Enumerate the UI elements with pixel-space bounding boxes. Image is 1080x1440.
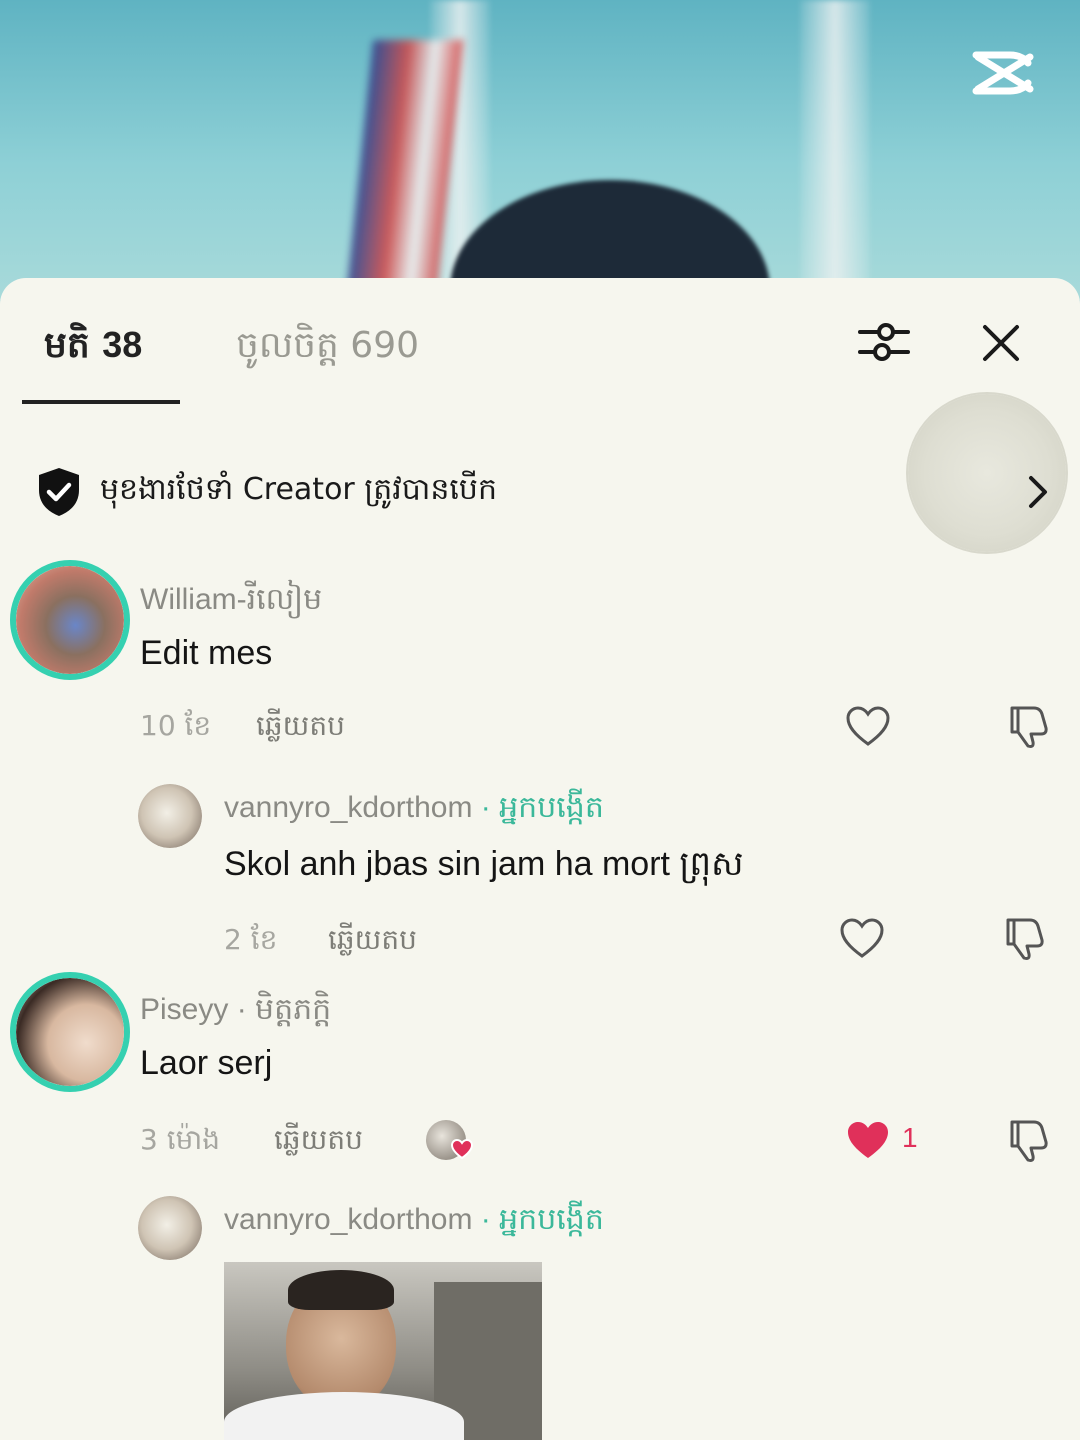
comment-text: Edit mes	[140, 634, 273, 672]
active-tab-indicator	[22, 400, 180, 404]
reply-photo[interactable]	[224, 1262, 542, 1440]
creator-label: · អ្នកបង្កើត	[472, 791, 604, 824]
background-pole	[800, 0, 870, 300]
username-text: vannyro_kdorthom	[224, 1203, 473, 1236]
tab-comments-label: មតិ	[44, 325, 90, 366]
photo-person-hair	[288, 1270, 394, 1310]
heart-icon[interactable]	[838, 916, 886, 960]
comment-item: William-រីលៀម Edit mes 10 ខែ ឆ្លើយតប	[0, 560, 1080, 760]
username-text: William-រីលៀម	[140, 583, 323, 616]
reply-item: vannyro_kdorthom · អ្នកបង្កើត Skol anh j…	[0, 778, 1080, 978]
comment-username[interactable]: vannyro_kdorthom · អ្នកបង្កើត	[224, 1200, 604, 1244]
creator-care-notice[interactable]: មុខងារថែទាំ Creator ត្រូវបានបើក	[36, 464, 836, 524]
creator-notice-text: មុខងារថែទាំ Creator ត្រូវបានបើក	[100, 472, 498, 507]
tab-bar: មតិ 38 ចូលចិត្ត 690	[0, 278, 1080, 408]
heart-icon	[450, 1138, 474, 1160]
tab-comments[interactable]: មតិ 38	[44, 322, 142, 375]
comment-text: Skol anh jbas sin jam ha mort ព្រុស	[224, 845, 744, 883]
tab-likes-label: ចូលចិត្ត	[236, 325, 339, 366]
heart-icon[interactable]	[844, 704, 892, 748]
capcut-logo-icon	[972, 51, 1034, 95]
username-text: vannyro_kdorthom	[224, 791, 473, 824]
close-icon[interactable]	[976, 318, 1026, 368]
reply-button[interactable]: ឆ្លើយតប	[274, 1122, 363, 1163]
filter-icon[interactable]	[856, 318, 912, 368]
dislike-icon[interactable]	[1004, 702, 1052, 750]
comment-time: 3 ម៉ោង	[140, 1123, 221, 1156]
username-text: Piseyy	[140, 993, 229, 1026]
comment-username[interactable]: William-រីលៀម	[140, 580, 322, 624]
comment-text: Laor serj	[140, 1044, 273, 1082]
reply-button[interactable]: ឆ្លើយតប	[256, 708, 345, 749]
dislike-icon[interactable]	[1000, 914, 1048, 962]
comment-username[interactable]: Piseyy · មិត្តភក្តិ	[140, 990, 331, 1034]
tab-likes[interactable]: ចូលចិត្ត 690	[236, 322, 419, 375]
avatar[interactable]	[138, 1196, 202, 1260]
photo-person-shirt	[224, 1392, 464, 1440]
comment-item: Piseyy · មិត្តភក្តិ Laor serj 3 ម៉ោង ឆ្ល…	[0, 972, 1080, 1172]
reply-button[interactable]: ឆ្លើយតប	[328, 922, 417, 963]
comment-username[interactable]: vannyro_kdorthom · អ្នកបង្កើត	[224, 788, 604, 832]
comment-time: 10 ខែ	[140, 709, 212, 742]
avatar[interactable]	[10, 560, 130, 680]
shield-check-icon	[39, 468, 79, 516]
chevron-right-icon[interactable]	[1024, 472, 1052, 512]
reply-item: vannyro_kdorthom · អ្នកបង្កើត	[0, 1190, 1080, 1270]
like-count: 1	[902, 1122, 918, 1153]
avatar[interactable]	[138, 784, 202, 848]
tab-comments-count: 38	[102, 324, 143, 365]
video-background	[0, 0, 1080, 300]
avatar[interactable]	[10, 972, 130, 1092]
friend-label: · មិត្តភក្តិ	[228, 993, 332, 1026]
comment-time: 2 ខែ	[224, 923, 278, 956]
tab-likes-count: 690	[350, 325, 420, 366]
dislike-icon[interactable]	[1004, 1116, 1052, 1164]
heart-icon[interactable]	[844, 1118, 892, 1162]
creator-label: · អ្នកបង្កើត	[472, 1203, 604, 1236]
